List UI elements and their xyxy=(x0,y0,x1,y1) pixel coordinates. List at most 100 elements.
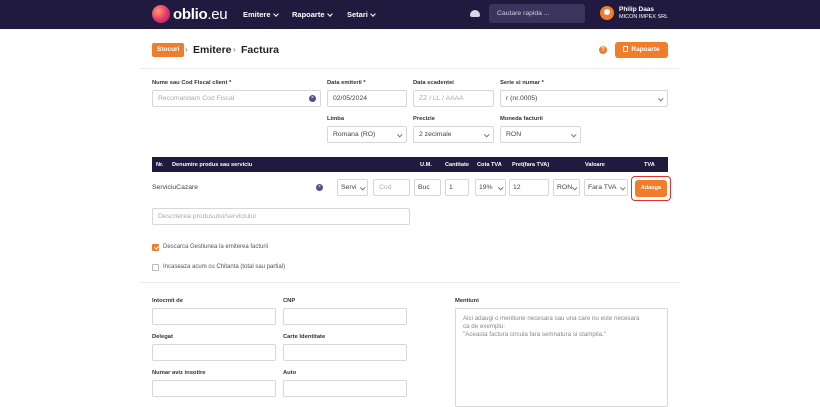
chevron-down-icon xyxy=(497,184,503,190)
prepared-by-input[interactable] xyxy=(152,308,276,325)
th-vat-rate: Cota TVA xyxy=(477,162,502,168)
product-name-value: ServiciuCazare xyxy=(152,184,199,191)
logo-mark-icon xyxy=(152,5,170,23)
language-select[interactable]: Romana (RO) xyxy=(327,126,407,143)
th-vat: TVA xyxy=(644,162,655,168)
nav-rapoarte[interactable]: Rapoarte xyxy=(292,10,333,19)
vat-rate-value: 19% xyxy=(479,184,493,191)
prepared-by-label: Intocmit de xyxy=(152,298,183,304)
clear-icon[interactable]: × xyxy=(309,95,316,102)
cnp-label: CNP xyxy=(283,298,296,304)
nav-emitere[interactable]: Emitere xyxy=(243,10,279,19)
clear-icon[interactable]: × xyxy=(316,184,323,191)
oblio-logo[interactable]: oblio.eu xyxy=(152,5,228,23)
chevron-down-icon xyxy=(570,131,576,137)
client-input[interactable]: Recomandam Cod Fiscal × xyxy=(152,90,321,107)
precision-value: 2 zecimale xyxy=(419,131,452,138)
mentions-placeholder-line: "Aceasta factura circula fara semnatura … xyxy=(463,331,606,338)
row-currency-select[interactable]: RON xyxy=(553,179,580,196)
user-company: MICON IMPEX SRL xyxy=(619,14,669,20)
due-date-input[interactable]: ZZ / LL / AAAA xyxy=(413,90,494,107)
currency-value: RON xyxy=(506,131,522,138)
chevron-down-icon xyxy=(370,10,376,17)
cloud-icon[interactable] xyxy=(470,10,480,17)
currency-label: Moneda facturii xyxy=(500,116,543,122)
breadcrumb-stocuri-badge[interactable]: Stocuri xyxy=(152,43,185,57)
issue-date-label: Data emiterii * xyxy=(327,80,366,86)
issue-date-input[interactable]: 02/05/2024 xyxy=(327,90,407,107)
delegate-label: Delegat xyxy=(152,334,173,340)
notice-number-input[interactable] xyxy=(152,380,276,397)
series-select[interactable]: r (nr.0005) xyxy=(500,90,668,107)
client-label: Nume sau Cod Fiscal client * xyxy=(152,80,232,86)
help-icon[interactable]: ? xyxy=(599,46,607,54)
unit-input[interactable]: Buc xyxy=(414,179,441,196)
chevron-down-icon xyxy=(396,131,402,137)
nav-setari[interactable]: Setari xyxy=(347,10,376,19)
divider xyxy=(140,282,680,283)
nav-setari-label: Setari xyxy=(347,10,368,19)
language-label: Limba xyxy=(327,116,345,122)
product-description-placeholder: Descrierea produsului/serviciului xyxy=(158,213,256,220)
vat-rate-select[interactable]: 19% xyxy=(475,179,506,196)
notice-number-label: Numar aviz insotire xyxy=(152,370,206,376)
user-avatar-icon[interactable] xyxy=(600,6,614,20)
search-input[interactable]: Cautare rapida ... xyxy=(489,4,585,23)
breadcrumb-separator: › xyxy=(233,45,236,54)
chevron-down-icon xyxy=(272,10,279,17)
rapoarte-button-label: Rapoarte xyxy=(631,46,660,53)
language-value: Romana (RO) xyxy=(333,131,376,138)
th-nr: Nr. xyxy=(156,162,164,168)
quantity-input[interactable]: 1 xyxy=(445,179,469,196)
vat-mode-value: Fara TVA xyxy=(588,184,617,191)
due-date-label: Data scadentei xyxy=(413,80,454,86)
chevron-down-icon xyxy=(326,10,333,17)
breadcrumb-separator: › xyxy=(185,45,188,54)
mentions-textarea[interactable]: Aici adaugi o mentiune necesara sau una … xyxy=(455,308,668,407)
th-um: U.M. xyxy=(420,162,432,168)
th-product-name: Denumire produs sau serviciu xyxy=(172,162,253,168)
precision-label: Precizie xyxy=(413,116,435,122)
due-date-placeholder: ZZ / LL / AAAA xyxy=(419,95,464,102)
chevron-down-icon xyxy=(657,95,663,101)
product-description-input[interactable]: Descrierea produsului/serviciului xyxy=(152,208,410,225)
auto-input[interactable] xyxy=(283,380,407,397)
logo-text: oblio xyxy=(173,5,208,23)
product-type-select[interactable]: Servi xyxy=(337,179,368,196)
id-card-label: Carte Identitate xyxy=(283,334,326,340)
add-product-button[interactable]: Adauga xyxy=(635,180,667,197)
currency-select[interactable]: RON xyxy=(500,126,581,143)
th-price: Pret(fara TVA) xyxy=(512,162,550,168)
th-quantity: Cantitate xyxy=(445,162,469,168)
price-input[interactable]: 12 xyxy=(509,179,549,196)
collect-receipt-checkbox[interactable] xyxy=(152,264,159,271)
breadcrumb-emitere[interactable]: Emitere xyxy=(193,44,232,56)
chevron-down-icon xyxy=(619,184,625,190)
products-table-header: Nr. Denumire produs sau serviciu U.M. Ca… xyxy=(152,157,668,172)
series-label: Serie si numar * xyxy=(500,80,544,86)
price-value: 12 xyxy=(513,184,521,191)
product-type-value: Servi xyxy=(341,184,357,191)
rapoarte-button[interactable]: Rapoarte xyxy=(615,42,668,58)
product-name-input[interactable]: ServiciuCazare × xyxy=(152,179,328,196)
logo-suffix: .eu xyxy=(207,5,228,23)
chevron-down-icon xyxy=(483,131,489,137)
delegate-input[interactable] xyxy=(152,344,276,361)
collect-receipt-label[interactable]: Incaseaza acum cu Chitanta (total sau pa… xyxy=(163,264,285,270)
product-code-input[interactable]: Cod xyxy=(373,179,410,196)
precision-select[interactable]: 2 zecimale xyxy=(413,126,494,143)
nav-emitere-label: Emitere xyxy=(243,10,271,19)
mentions-placeholder-line: ca de exemplu: xyxy=(463,323,505,330)
chevron-down-icon xyxy=(359,184,365,190)
id-card-input[interactable] xyxy=(283,344,407,361)
vat-mode-select[interactable]: Fara TVA xyxy=(584,179,628,196)
divider xyxy=(140,68,680,69)
row-currency-value: RON xyxy=(557,184,573,191)
top-navigation-bar: oblio.eu Emitere Rapoarte Setari Cautare… xyxy=(0,0,820,29)
discharge-stock-label[interactable]: Descarca Gestiunea la emiterea facturii xyxy=(163,244,268,250)
discharge-stock-checkbox[interactable] xyxy=(152,244,159,251)
quantity-value: 1 xyxy=(449,184,453,191)
series-value: r (nr.0005) xyxy=(506,95,538,102)
user-name[interactable]: Philip Daas xyxy=(619,6,654,13)
cnp-input[interactable] xyxy=(283,308,407,325)
